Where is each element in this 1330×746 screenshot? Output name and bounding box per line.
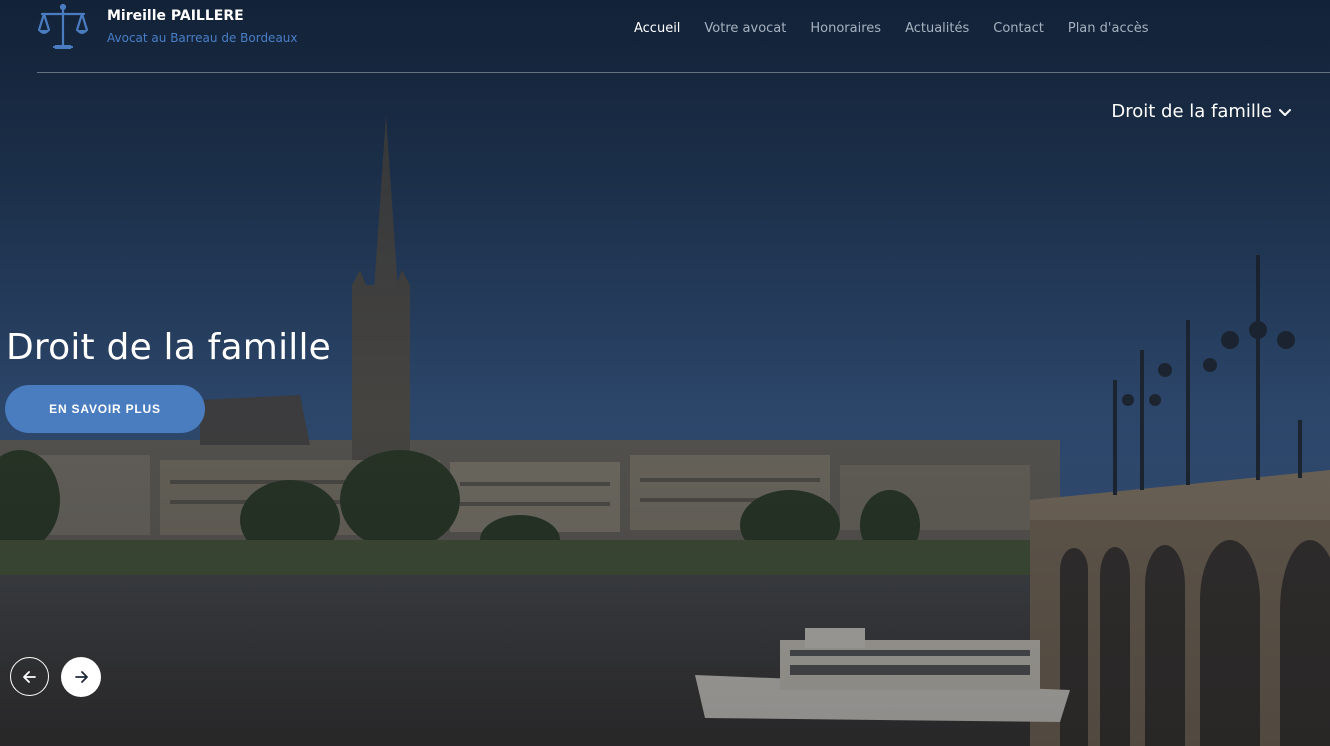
site-header: Mireille PAILLERE Avocat au Barreau de B… [0,0,1330,73]
nav-item-actualites[interactable]: Actualités [905,21,969,36]
category-dropdown-label: Droit de la famille [1111,101,1272,122]
arrow-right-icon [75,671,88,683]
category-dropdown[interactable]: Droit de la famille [1111,101,1292,122]
nav-item-votre-avocat[interactable]: Votre avocat [704,21,786,36]
main-nav: Accueil Votre avocat Honoraires Actualit… [634,21,1149,36]
nav-item-plan-acces[interactable]: Plan d'accès [1068,21,1149,36]
carousel-prev-button[interactable] [10,657,49,696]
brand-name[interactable]: Mireille PAILLERE [107,8,244,24]
brand-subtitle: Avocat au Barreau de Bordeaux [107,31,298,45]
header-divider [37,72,1330,73]
arrow-left-icon [22,670,36,683]
chevron-down-icon [1279,108,1291,116]
nav-item-accueil[interactable]: Accueil [634,21,680,36]
carousel-next-button[interactable] [61,657,101,697]
learn-more-button[interactable]: EN SAVOIR PLUS [5,385,205,433]
nav-item-honoraires[interactable]: Honoraires [810,21,881,36]
nav-item-contact[interactable]: Contact [993,21,1044,36]
hero-title: Droit de la famille [6,327,332,368]
scales-of-justice-icon[interactable] [36,2,90,52]
